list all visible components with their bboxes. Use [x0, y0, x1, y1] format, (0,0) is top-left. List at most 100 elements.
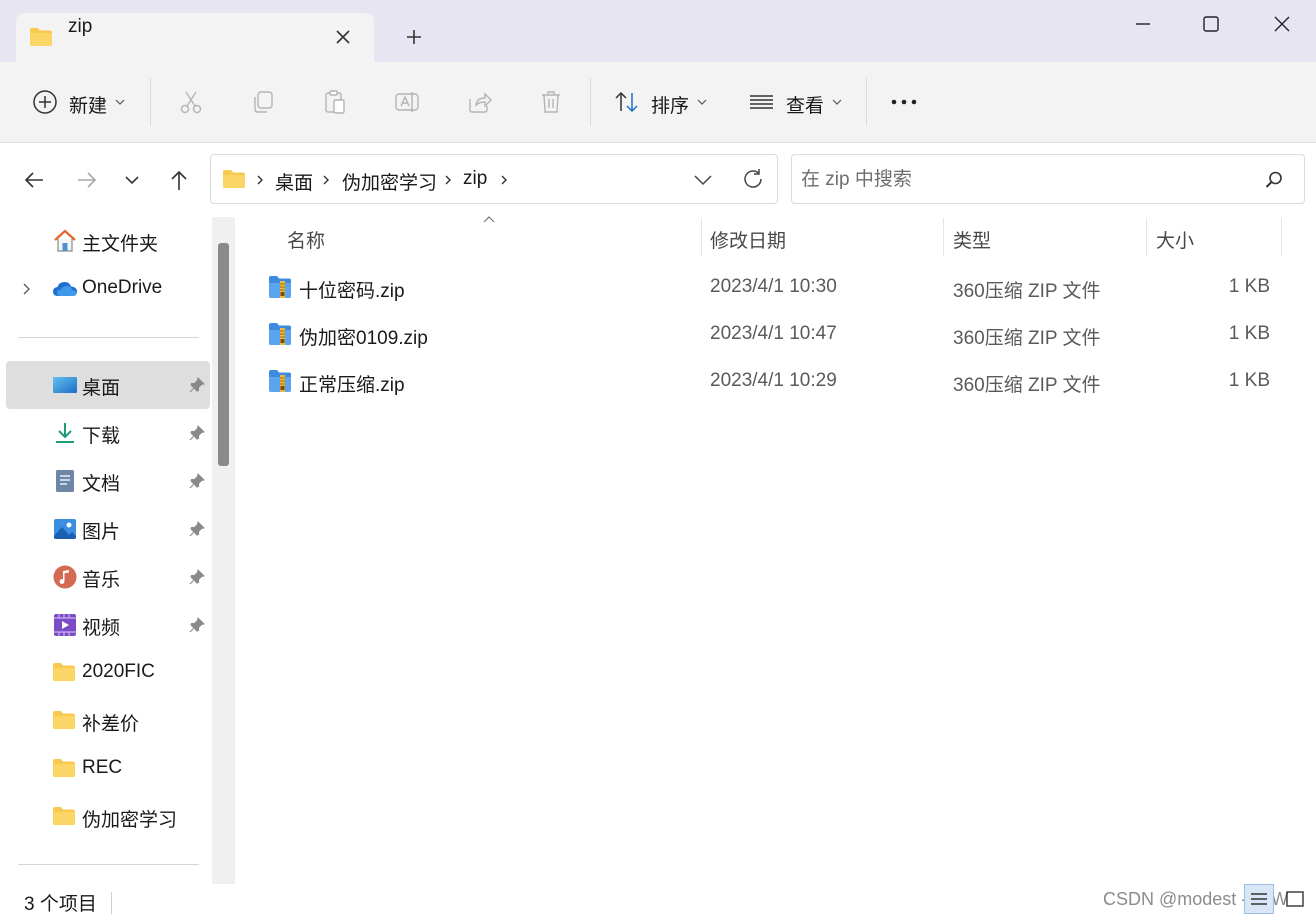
- pin-icon: [188, 472, 206, 490]
- download-icon: [52, 420, 78, 446]
- file-row[interactable]: 正常压缩.zip 2023/4/1 10:29 360压缩 ZIP 文件 1 K…: [262, 360, 1292, 402]
- chevron-down-icon: [696, 96, 708, 108]
- pin-icon: [188, 616, 206, 634]
- cut-icon[interactable]: [178, 89, 204, 115]
- sidebar-item-label: 视频: [82, 618, 121, 639]
- sidebar-item-documents[interactable]: 文档: [6, 457, 210, 505]
- breadcrumb-desktop[interactable]: 桌面: [275, 168, 313, 195]
- sort-ascending-icon: [482, 214, 496, 224]
- breadcrumb-current[interactable]: zip: [463, 168, 487, 190]
- up-icon[interactable]: [167, 168, 191, 192]
- folder-icon: [222, 169, 246, 189]
- maximize-button[interactable]: [1199, 12, 1223, 36]
- search-icon[interactable]: [1264, 170, 1284, 190]
- folder-icon: [52, 710, 76, 730]
- home-icon: [52, 228, 78, 254]
- tab-title: zip: [68, 16, 93, 37]
- pictures-icon: [52, 516, 78, 542]
- folder-icon: [52, 662, 76, 682]
- sidebar-divider: [18, 337, 199, 338]
- onedrive-cloud-icon: [52, 279, 78, 299]
- folder-icon: [52, 758, 76, 778]
- share-icon[interactable]: [466, 89, 492, 115]
- folder-icon: [52, 806, 76, 826]
- new-tab-button[interactable]: [404, 27, 424, 47]
- close-tab-icon[interactable]: [333, 27, 353, 47]
- new-button[interactable]: 新建: [69, 91, 107, 118]
- pin-icon: [188, 520, 206, 538]
- expand-chevron-icon[interactable]: [20, 281, 34, 297]
- paste-icon[interactable]: [322, 89, 348, 115]
- pin-icon: [188, 424, 206, 442]
- zip-archive-icon: [268, 322, 292, 346]
- sidebar-item-label: 补差价: [82, 714, 140, 735]
- sidebar-item-desktop[interactable]: 桌面: [6, 361, 210, 409]
- breadcrumb-separator-icon[interactable]: [320, 173, 332, 187]
- view-button[interactable]: 查看: [786, 91, 824, 118]
- sidebar-item-music[interactable]: 音乐: [6, 553, 210, 601]
- tiles-view-button[interactable]: [1280, 884, 1310, 914]
- forward-icon[interactable]: [75, 168, 99, 192]
- sidebar-item-rec[interactable]: REC: [6, 745, 210, 793]
- refresh-icon[interactable]: [741, 167, 765, 191]
- sidebar-item-label: REC: [82, 757, 123, 778]
- sidebar-item-pictures[interactable]: 图片: [6, 505, 210, 553]
- copy-icon[interactable]: [250, 89, 276, 115]
- desktop-icon: [52, 372, 78, 398]
- column-divider[interactable]: [1281, 218, 1282, 256]
- sidebar-item-label: OneDrive: [82, 277, 163, 298]
- sidebar-item-label: 音乐: [82, 570, 121, 591]
- sidebar-item-onedrive[interactable]: OneDrive: [6, 265, 210, 313]
- sort-icon[interactable]: [614, 89, 640, 115]
- sidebar-scroll-thumb[interactable]: [218, 243, 229, 466]
- file-type: 360压缩 ZIP 文件: [953, 328, 1101, 349]
- sidebar-item-wei-jia-mi[interactable]: 伪加密学习: [6, 793, 210, 841]
- status-divider: [111, 892, 112, 914]
- column-header-date[interactable]: 修改日期: [710, 226, 786, 253]
- toolbar-divider: [590, 78, 591, 126]
- details-view-button[interactable]: [1244, 884, 1274, 914]
- breadcrumb-folder[interactable]: 伪加密学习: [342, 168, 437, 195]
- zip-archive-icon: [268, 275, 292, 299]
- sidebar-item-bu-cha-jia[interactable]: 补差价: [6, 697, 210, 745]
- sidebar-item-downloads[interactable]: 下载: [6, 409, 210, 457]
- column-divider[interactable]: [1146, 218, 1147, 256]
- breadcrumb-separator-icon[interactable]: [254, 173, 266, 187]
- column-header-type[interactable]: 类型: [953, 226, 991, 253]
- column-header-name[interactable]: 名称: [287, 226, 325, 253]
- column-divider[interactable]: [943, 218, 944, 256]
- sidebar-item-2020fic[interactable]: 2020FIC: [6, 649, 210, 697]
- column-header-size[interactable]: 大小: [1156, 226, 1194, 253]
- file-row[interactable]: 十位密码.zip 2023/4/1 10:30 360压缩 ZIP 文件 1 K…: [262, 266, 1292, 308]
- music-icon: [52, 564, 78, 590]
- file-date: 2023/4/1 10:29: [710, 370, 837, 391]
- sidebar-item-label: 图片: [82, 522, 121, 543]
- file-name: 正常压缩.zip: [299, 375, 405, 396]
- sidebar-item-label: 主文件夹: [82, 234, 159, 255]
- file-size: 1 KB: [1228, 323, 1270, 344]
- sidebar-item-home[interactable]: 主文件夹: [6, 217, 210, 265]
- sort-button[interactable]: 排序: [651, 91, 689, 118]
- file-name: 十位密码.zip: [299, 281, 405, 302]
- sidebar-item-videos[interactable]: 视频: [6, 601, 210, 649]
- file-name: 伪加密0109.zip: [299, 328, 428, 349]
- video-icon: [52, 612, 78, 638]
- more-options-icon[interactable]: [890, 92, 918, 112]
- chevron-down-icon: [831, 96, 843, 108]
- new-plus-icon[interactable]: [32, 89, 58, 115]
- recent-chevron-down-icon[interactable]: [122, 170, 142, 190]
- breadcrumb-separator-icon[interactable]: [442, 173, 454, 187]
- delete-icon[interactable]: [538, 89, 564, 115]
- column-divider[interactable]: [701, 218, 702, 256]
- file-row[interactable]: 伪加密0109.zip 2023/4/1 10:47 360压缩 ZIP 文件 …: [262, 313, 1292, 355]
- close-window-button[interactable]: [1270, 12, 1294, 36]
- breadcrumb-separator-icon[interactable]: [498, 173, 510, 187]
- back-icon[interactable]: [22, 168, 46, 192]
- pin-icon: [188, 568, 206, 586]
- minimize-button[interactable]: [1131, 12, 1155, 36]
- rename-icon[interactable]: [394, 89, 420, 115]
- view-list-icon[interactable]: [749, 89, 775, 115]
- address-dropdown-icon[interactable]: [692, 169, 714, 191]
- sidebar-item-label: 下载: [82, 426, 121, 447]
- search-input[interactable]: [801, 166, 1251, 194]
